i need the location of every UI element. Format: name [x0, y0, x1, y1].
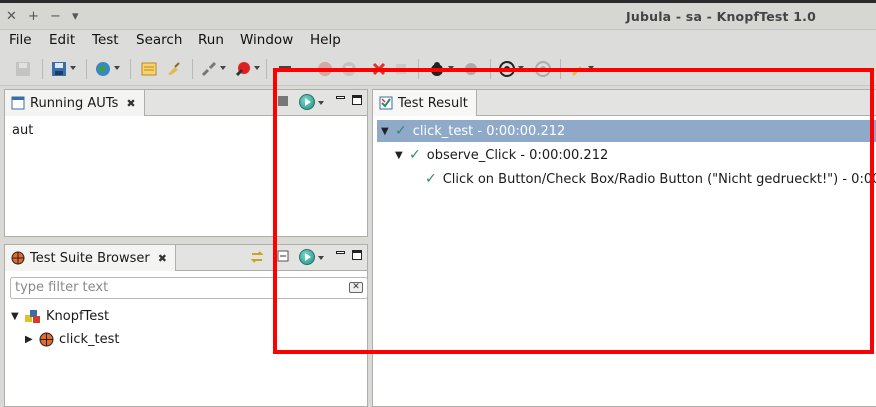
close-icon[interactable]: ✕	[6, 9, 17, 24]
top-strip	[0, 0, 876, 3]
expand-toggle-icon[interactable]: ▼	[11, 311, 21, 322]
plus-icon[interactable]: +	[28, 9, 39, 24]
expand-toggle-icon[interactable]: ▶	[25, 334, 35, 345]
tree-item-label: KnopfTest	[46, 309, 110, 324]
test-suite-icon	[39, 332, 54, 347]
window-menu-icon[interactable]: ▾	[72, 9, 79, 24]
project-icon	[25, 309, 41, 324]
link-with-editor-icon[interactable]	[249, 249, 265, 268]
menu-bar: File Edit Test Search Run Window Help	[0, 30, 876, 52]
tab-test-suite-browser[interactable]: Test Suite Browser ✖	[5, 245, 176, 271]
connect-aut-agent-icon[interactable]	[94, 60, 112, 78]
toolbar-separator	[130, 59, 131, 79]
chevron-down-icon[interactable]	[254, 66, 260, 70]
tab-running-auts-label: Running AUTs	[30, 95, 119, 111]
window-title: Jubula - sa - KnopfTest 1.0	[626, 9, 816, 24]
highlight-box	[273, 68, 874, 354]
window-icon	[11, 96, 25, 110]
tab-test-suite-browser-label: Test Suite Browser	[30, 250, 150, 266]
menu-help[interactable]: Help	[310, 32, 341, 48]
save-icon[interactable]	[14, 60, 32, 78]
toolbar-separator	[42, 59, 43, 79]
toolbar-separator	[192, 59, 193, 79]
toolbar-separator	[266, 59, 267, 79]
close-icon[interactable]: ✖	[158, 252, 167, 265]
menu-file[interactable]: File	[9, 32, 32, 48]
menu-search[interactable]: Search	[136, 32, 182, 48]
open-test-result-icon[interactable]	[140, 60, 158, 78]
test-suite-icon	[11, 251, 25, 265]
close-icon[interactable]: ✖	[126, 97, 135, 110]
broom-icon[interactable]	[164, 60, 182, 78]
start-aut-icon[interactable]	[234, 60, 252, 78]
filter-placeholder: type filter text	[15, 280, 109, 295]
minimize-icon[interactable]: −	[50, 9, 61, 24]
list-item[interactable]: aut	[12, 123, 33, 138]
menu-edit[interactable]: Edit	[49, 32, 75, 48]
chevron-down-icon[interactable]	[70, 66, 76, 70]
menu-test[interactable]: Test	[92, 32, 119, 48]
tree-item-label: click_test	[59, 332, 120, 347]
chevron-down-icon[interactable]	[114, 66, 120, 70]
tab-running-auts[interactable]: Running AUTs ✖	[5, 90, 145, 116]
menu-window[interactable]: Window	[240, 32, 293, 48]
menu-run[interactable]: Run	[198, 32, 224, 48]
disconnect-icon[interactable]	[200, 60, 218, 78]
save-as-icon[interactable]	[50, 60, 68, 78]
tree-item-project[interactable]: ▼ KnopfTest	[11, 309, 109, 324]
chevron-down-icon[interactable]	[220, 66, 226, 70]
toolbar-separator	[86, 59, 87, 79]
title-bar: ✕ + − ▾ Jubula - sa - KnopfTest 1.0	[0, 0, 876, 30]
tree-item-test-suite[interactable]: ▶ click_test	[25, 332, 120, 347]
aut-name: aut	[12, 123, 34, 138]
